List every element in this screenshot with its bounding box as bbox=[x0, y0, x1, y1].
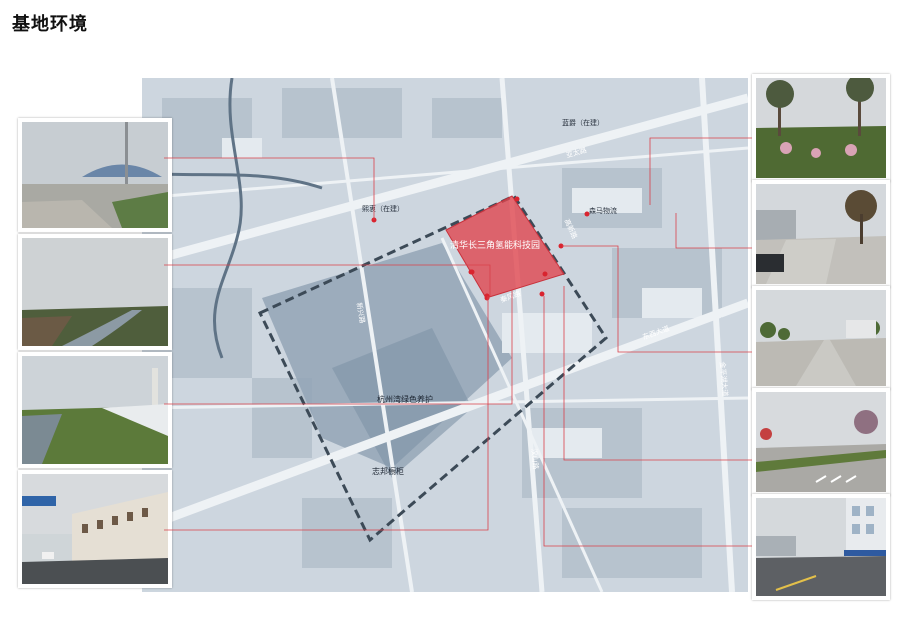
place-label-zhibang: 志邦橱柜 bbox=[372, 467, 404, 476]
road-label-5: 汉山路 bbox=[529, 448, 540, 470]
photo-left-1-image bbox=[22, 122, 168, 228]
photo-right-4-image bbox=[756, 392, 886, 492]
site-photo-left-1[interactable] bbox=[18, 118, 172, 232]
place-label-xiyuan: 熙衷（在建） bbox=[362, 205, 404, 213]
place-label-hangzhouwan: 杭州湾绿色养护 bbox=[377, 395, 433, 404]
site-label: 清华长三角氢能科技园 bbox=[450, 241, 541, 251]
photo-right-5-image bbox=[756, 498, 886, 596]
photo-left-4-image bbox=[22, 474, 168, 584]
site-photo-left-4[interactable] bbox=[18, 470, 172, 588]
place-label-lanyuan: 蓝爵（在建） bbox=[562, 119, 604, 127]
site-photo-right-5[interactable] bbox=[752, 494, 890, 600]
aerial-map[interactable]: 蓝爵（在建） 熙衷（在建） 森马物流 杭州湾绿色养护 志邦橱柜 清华长三角氢能科… bbox=[142, 78, 748, 592]
page-title: 基地环境 bbox=[12, 14, 88, 35]
photo-right-1-image bbox=[756, 78, 886, 178]
photo-left-2-image bbox=[22, 238, 168, 346]
photo-right-2-image bbox=[756, 184, 886, 284]
photo-right-3-image bbox=[756, 290, 886, 386]
site-photo-right-1[interactable] bbox=[752, 74, 890, 182]
place-label-senma: 森马物流 bbox=[589, 207, 617, 215]
site-photo-right-3[interactable] bbox=[752, 286, 890, 390]
site-photo-left-3[interactable] bbox=[18, 352, 172, 468]
site-photo-left-2[interactable] bbox=[18, 234, 172, 350]
site-photo-right-4[interactable] bbox=[752, 388, 890, 496]
site-photo-right-2[interactable] bbox=[752, 180, 890, 288]
photo-left-3-image bbox=[22, 356, 168, 464]
